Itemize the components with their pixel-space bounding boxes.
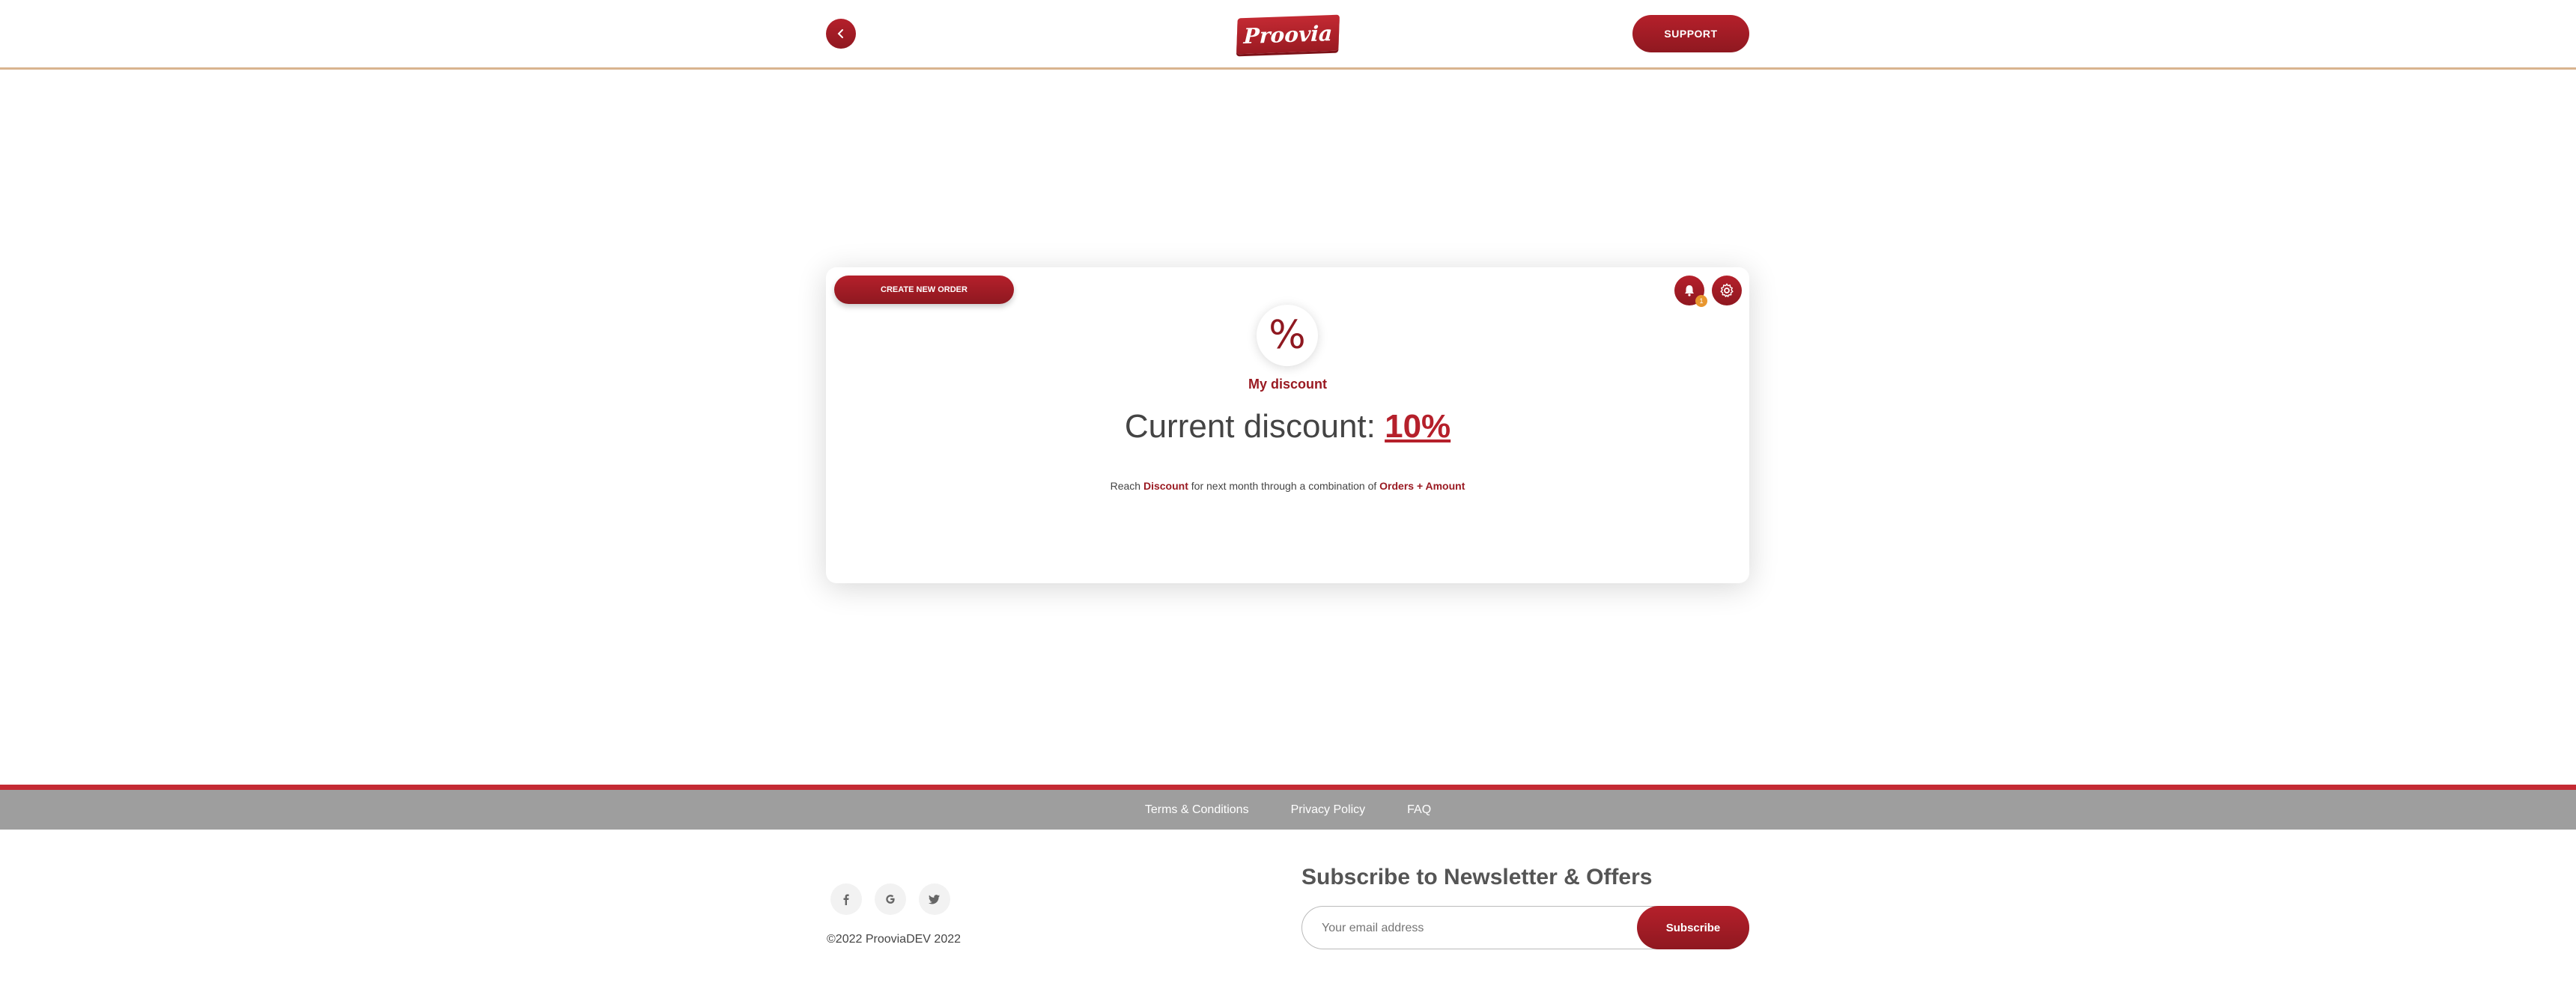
notifications-button[interactable]: 1 <box>1674 276 1707 307</box>
current-discount-label: Current discount: <box>1124 408 1376 445</box>
facebook-button[interactable] <box>830 883 862 915</box>
percent-icon: % <box>1257 305 1318 366</box>
newsletter-title: Subscribe to Newsletter & Offers <box>1301 865 1653 889</box>
section-title: My discount <box>1248 377 1327 392</box>
chevron-left-icon <box>837 29 843 38</box>
email-input[interactable] <box>1320 907 1623 950</box>
bell-icon <box>1685 285 1694 296</box>
site-header: Proovia SUPPORT <box>0 0 2576 70</box>
reach-discount-link[interactable]: Discount <box>1143 480 1188 492</box>
privacy-link[interactable]: Privacy Policy <box>1291 803 1366 817</box>
current-discount-value[interactable]: 10% <box>1385 408 1450 445</box>
google-icon <box>886 895 895 904</box>
back-button[interactable] <box>826 19 856 49</box>
twitter-icon <box>929 895 940 904</box>
discount-card: CREATE NEW ORDER 1 % My discount Current… <box>826 267 1749 583</box>
reach-middle: for next month through a combination of <box>1191 480 1377 492</box>
current-discount: Current discount: 10% <box>826 408 1749 445</box>
footer-links-bar: Terms & Conditions Privacy Policy FAQ <box>0 785 2576 830</box>
copyright-text: ©2022 ProoviaDEV 2022 <box>827 933 962 946</box>
logo-text: Proovia <box>1243 20 1333 49</box>
subscribe-button[interactable]: Subscribe <box>1637 906 1749 949</box>
create-new-order-button[interactable]: CREATE NEW ORDER <box>834 276 1014 304</box>
gear-icon <box>1720 283 1734 297</box>
support-button[interactable]: SUPPORT <box>1632 15 1749 52</box>
terms-link[interactable]: Terms & Conditions <box>1145 803 1249 817</box>
google-button[interactable] <box>875 883 906 915</box>
facebook-icon <box>843 894 849 905</box>
faq-link[interactable]: FAQ <box>1407 803 1431 817</box>
notification-badge: 1 <box>1695 295 1707 307</box>
proovia-logo[interactable]: Proovia <box>1236 14 1340 55</box>
discount-info-text: Reach Discount for next month through a … <box>826 480 1749 492</box>
settings-button[interactable] <box>1712 276 1742 305</box>
reach-orders-amount-link[interactable]: Orders + Amount <box>1379 480 1465 492</box>
reach-prefix: Reach <box>1110 480 1141 492</box>
twitter-button[interactable] <box>919 883 950 915</box>
